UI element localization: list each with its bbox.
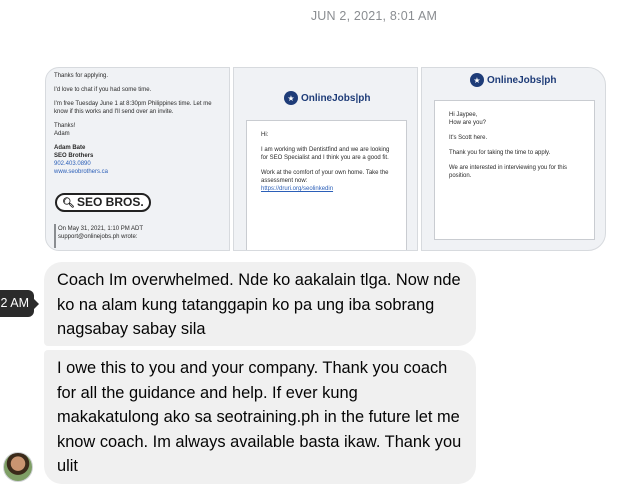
email-card-3: Hi Jaypee, How are you? It's Scott here.… bbox=[434, 100, 595, 240]
signature-name: Adam Bate bbox=[54, 145, 86, 151]
quote-bar bbox=[54, 224, 56, 248]
replied-date: On May 31, 2021, 1:10 PM ADT bbox=[58, 226, 144, 232]
email-line: Adam bbox=[54, 131, 70, 137]
onlinejobs-logo-text: OnlineJobs|ph bbox=[301, 92, 371, 104]
attachment-image-3[interactable]: ★ OnlineJobs|ph Hi Jaypee, How are you? … bbox=[421, 67, 606, 251]
replied-header: On May 31, 2021, 1:10 PM ADT support@onl… bbox=[58, 225, 223, 241]
email-line: Thanks for applying. bbox=[54, 73, 109, 79]
email-paragraph: Thank you for taking the time to apply. bbox=[449, 150, 551, 156]
message-timestamp: JUN 2, 2021, 8:01 AM bbox=[310, 9, 438, 23]
image-attachments: Thanks for applying. I'd love to chat if… bbox=[45, 67, 606, 251]
onlinejobs-logo: ★ OnlineJobs|ph bbox=[470, 72, 556, 88]
onlinejobs-logo-icon: ★ bbox=[284, 91, 298, 105]
email-screenshot-1: Thanks for applying. I'd love to chat if… bbox=[54, 72, 224, 176]
message-bubble[interactable]: I owe this to you and your company. Than… bbox=[44, 350, 476, 484]
email-greeting: Hi: bbox=[261, 132, 269, 138]
replied-sender: support@onlinejobs.ph wrote: bbox=[58, 234, 138, 240]
signature-site: www.seobrothers.ca bbox=[54, 169, 109, 175]
onlinejobs-logo: ★ OnlineJobs|ph bbox=[284, 90, 370, 106]
email-paragraph: It's Scott here. bbox=[449, 135, 488, 141]
email-paragraph: We are interested in interviewing you fo… bbox=[449, 165, 567, 179]
magnifier-icon: 🔍︎ bbox=[62, 198, 75, 209]
email-paragraph: I am working with Dentistfind and we are… bbox=[261, 147, 390, 161]
email-paragraph: Work at the comfort of your own home. Ta… bbox=[261, 170, 389, 184]
message-bubble[interactable]: Coach Im overwhelmed. Nde ko aakalain tl… bbox=[44, 262, 476, 346]
attachment-image-2[interactable]: ★ OnlineJobs|ph Hi: I am working with De… bbox=[233, 67, 418, 251]
signature-company: SEO Brothers bbox=[54, 153, 94, 159]
attachment-image-1[interactable]: Thanks for applying. I'd love to chat if… bbox=[45, 67, 230, 251]
signature-phone: 902.403.0890 bbox=[54, 161, 91, 167]
user-avatar[interactable] bbox=[3, 452, 33, 482]
email-line: I'm free Tuesday June 1 at 8:30pm Philip… bbox=[54, 101, 212, 115]
onlinejobs-logo-text: OnlineJobs|ph bbox=[487, 74, 557, 86]
email-card-2: Hi: I am working with Dentistfind and we… bbox=[246, 120, 407, 250]
email-line: I'd love to chat if you had some time. bbox=[54, 87, 152, 93]
time-tooltip: 2 AM bbox=[0, 290, 39, 317]
seo-logo-text: SEO BROS. bbox=[77, 195, 144, 209]
email-line: Thanks! bbox=[54, 123, 76, 129]
email-greeting: How are you? bbox=[449, 120, 487, 126]
seo-bros-logo: 🔍︎ SEO BROS. bbox=[55, 193, 151, 212]
email-greeting: Hi Jaypee, bbox=[449, 112, 478, 118]
assessment-link: https://druri.org/seolinkedin bbox=[261, 186, 334, 192]
onlinejobs-logo-icon: ★ bbox=[470, 73, 484, 87]
